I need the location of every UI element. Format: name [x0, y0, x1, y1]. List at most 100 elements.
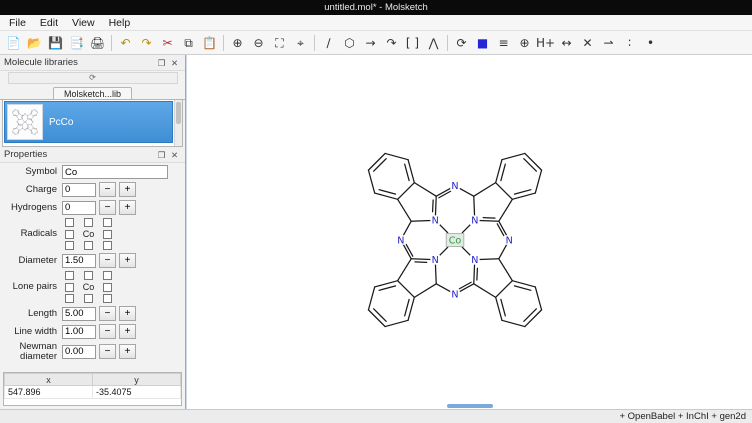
- length-decrement-button[interactable]: −: [99, 306, 116, 321]
- lone-pair-checkbox[interactable]: [84, 294, 93, 303]
- copy-button[interactable]: ⧉: [178, 33, 199, 53]
- hydrogen-plus-tool-button[interactable]: H+: [535, 33, 556, 53]
- newman-diameter-input[interactable]: [62, 345, 96, 359]
- line-width-input[interactable]: [62, 325, 96, 339]
- nitrogen-atom[interactable]: N: [470, 215, 480, 226]
- zoom-in-button[interactable]: ⊕: [227, 33, 248, 53]
- zoom-out-button[interactable]: ⊖: [248, 33, 269, 53]
- delete-tool-button[interactable]: ✕: [577, 33, 598, 53]
- list-item-pcco[interactable]: PcCo: [4, 101, 173, 143]
- nitrogen-atom[interactable]: N: [450, 289, 460, 300]
- scrollbar-thumb[interactable]: [176, 102, 181, 124]
- open-file-button[interactable]: 📂: [24, 33, 45, 53]
- nitrogen-atom[interactable]: N: [396, 235, 406, 246]
- canvas-horizontal-scrollbar[interactable]: [447, 404, 493, 408]
- lone-pairs-grid: Co: [62, 271, 115, 303]
- diameter-decrement-button[interactable]: −: [99, 253, 116, 268]
- line-width-decrement-button[interactable]: −: [99, 324, 116, 339]
- new-file-button[interactable]: 📄: [3, 33, 24, 53]
- properties-float-button[interactable]: ❐: [155, 149, 168, 161]
- bracket-tool-button[interactable]: [ ]: [402, 33, 423, 53]
- redo-button[interactable]: ↷: [136, 33, 157, 53]
- save-file-button[interactable]: 💾: [45, 33, 66, 53]
- line-tool-button[interactable]: ∕: [318, 33, 339, 53]
- lone-pair-checkbox[interactable]: [103, 283, 112, 292]
- status-capabilities: + OpenBabel + InChI + gen2d: [619, 411, 746, 422]
- print-button[interactable]: 🖨: [87, 33, 108, 53]
- zoom-fit-button[interactable]: ⛶: [269, 33, 290, 53]
- radical-checkbox[interactable]: [84, 241, 93, 250]
- ring-tool-button[interactable]: ⬡: [339, 33, 360, 53]
- newman-diameter-increment-button[interactable]: +: [119, 344, 136, 359]
- nitrogen-atom[interactable]: N: [504, 235, 514, 246]
- pcco-molecule[interactable]: N N N N: [337, 122, 573, 358]
- line-width-increment-button[interactable]: +: [119, 324, 136, 339]
- color-swatch-button[interactable]: ■: [472, 33, 493, 53]
- menu-view[interactable]: View: [65, 16, 102, 30]
- hydrogens-input[interactable]: [62, 201, 96, 215]
- newman-diameter-decrement-button[interactable]: −: [99, 344, 116, 359]
- radical-checkbox[interactable]: [84, 218, 93, 227]
- charge-increment-button[interactable]: +: [119, 182, 136, 197]
- line-width-tool-button[interactable]: ≡: [493, 33, 514, 53]
- refresh-library-button[interactable]: ⟳: [8, 72, 178, 84]
- drawing-canvas[interactable]: N N N N: [186, 55, 752, 409]
- flip-tool-button[interactable]: ↔: [556, 33, 577, 53]
- title-bar[interactable]: untitled.mol* - Molsketch: [0, 0, 752, 15]
- lone-pair-checkbox[interactable]: [103, 294, 112, 303]
- lone-pair-checkbox[interactable]: [65, 283, 74, 292]
- nitrogen-atom[interactable]: N: [430, 215, 440, 226]
- rotate-tool-button[interactable]: ⟳: [451, 33, 472, 53]
- lone-pair-tool-button[interactable]: ∶: [619, 33, 640, 53]
- nitrogen-atom[interactable]: N: [470, 255, 480, 266]
- cobalt-atom[interactable]: Co: [446, 233, 464, 246]
- diameter-input[interactable]: [62, 254, 96, 268]
- library-float-button[interactable]: ❐: [155, 57, 168, 69]
- library-panel-title: Molecule libraries: [4, 57, 78, 68]
- coord-x-value[interactable]: 547.896: [5, 386, 93, 399]
- lone-pair-checkbox[interactable]: [65, 294, 74, 303]
- cut-button[interactable]: ✂: [157, 33, 178, 53]
- length-increment-button[interactable]: +: [119, 306, 136, 321]
- radical-checkbox[interactable]: [103, 241, 112, 250]
- radical-checkbox[interactable]: [103, 218, 112, 227]
- hydrogens-increment-button[interactable]: +: [119, 200, 136, 215]
- mechanism-arrow-tool-button[interactable]: ⇀: [598, 33, 619, 53]
- menu-file[interactable]: File: [2, 16, 33, 30]
- lone-pair-checkbox[interactable]: [84, 271, 93, 280]
- lone-pair-checkbox[interactable]: [65, 271, 74, 280]
- diameter-increment-button[interactable]: +: [119, 253, 136, 268]
- tab-molsketch-lib[interactable]: Molsketch...lib: [53, 87, 132, 99]
- menu-help[interactable]: Help: [102, 16, 138, 30]
- radical-tool-button[interactable]: •: [640, 33, 661, 53]
- charge-input[interactable]: [62, 183, 96, 197]
- coord-y-value[interactable]: -35.4075: [93, 386, 181, 399]
- properties-close-button[interactable]: ✕: [168, 149, 181, 161]
- charge-decrement-button[interactable]: −: [99, 182, 116, 197]
- library-scrollbar[interactable]: [174, 100, 182, 146]
- save-as-file-button[interactable]: 📑: [66, 33, 87, 53]
- molecule-drawing[interactable]: N N N N: [337, 122, 573, 358]
- chain-tool-button[interactable]: ⋀: [423, 33, 444, 53]
- paste-button[interactable]: 📋: [199, 33, 220, 53]
- charge-plus-tool-button[interactable]: ⊕: [514, 33, 535, 53]
- radical-checkbox[interactable]: [103, 230, 112, 239]
- library-close-button[interactable]: ✕: [168, 57, 181, 69]
- arrow-tool-button[interactable]: →: [360, 33, 381, 53]
- menu-edit[interactable]: Edit: [33, 16, 65, 30]
- hydrogens-decrement-button[interactable]: −: [99, 200, 116, 215]
- radical-checkbox[interactable]: [65, 230, 74, 239]
- table-row[interactable]: 547.896 -35.4075: [5, 386, 181, 399]
- lone-pair-checkbox[interactable]: [103, 271, 112, 280]
- length-input[interactable]: [62, 307, 96, 321]
- curved-arrow-tool-button[interactable]: ↷: [381, 33, 402, 53]
- undo-button[interactable]: ↶: [115, 33, 136, 53]
- radical-checkbox[interactable]: [65, 218, 74, 227]
- symbol-input[interactable]: [62, 165, 168, 179]
- radical-checkbox[interactable]: [65, 241, 74, 250]
- nitrogen-atom[interactable]: N: [430, 255, 440, 266]
- zoom-reset-button[interactable]: ⌖: [290, 33, 311, 53]
- nitrogen-atom[interactable]: N: [450, 181, 460, 192]
- diameter-label: Diameter: [3, 256, 57, 266]
- radicals-label: Radicals: [3, 229, 57, 239]
